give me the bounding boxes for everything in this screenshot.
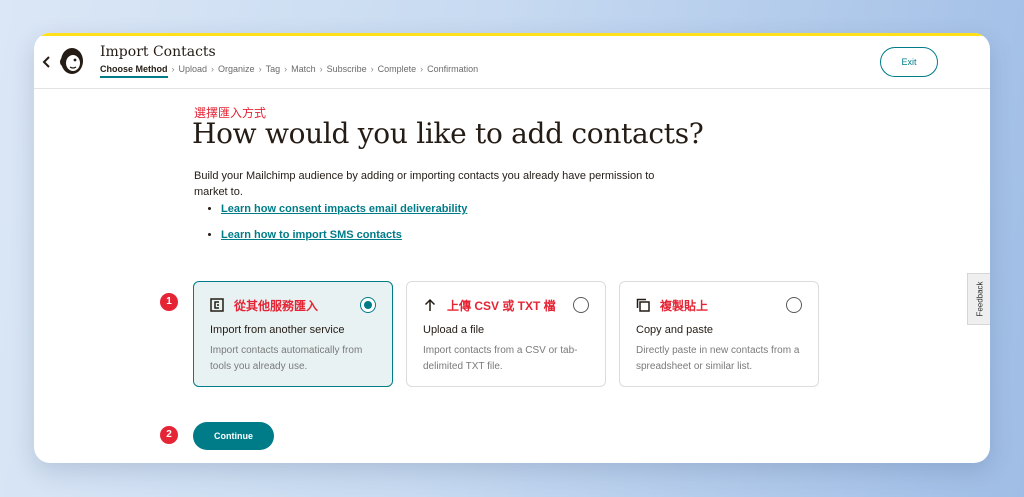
- step-choose-method[interactable]: Choose Method: [100, 64, 168, 78]
- import-window: Import Contacts Choose Method › Upload › Org…: [34, 33, 990, 463]
- step-subscribe: Subscribe: [326, 64, 367, 74]
- import-service-icon: [210, 298, 224, 312]
- option-radio-upload-file[interactable]: [573, 297, 589, 313]
- step-confirmation: Confirmation: [427, 64, 479, 74]
- sms-import-link[interactable]: Learn how to import SMS contacts: [221, 229, 402, 241]
- breadcrumb-separator-icon: ›: [284, 64, 288, 74]
- breadcrumb-separator-icon: ›: [319, 64, 323, 74]
- step-tag: Tag: [265, 64, 281, 74]
- step-match: Match: [291, 64, 316, 74]
- annotation-badge-1: 1: [160, 293, 178, 311]
- step-breadcrumb: Choose Method › Upload › Organize › Tag › Match ›…: [100, 64, 478, 78]
- step-complete: Complete: [377, 64, 417, 74]
- description-text: Build your Mailchimp audience by adding …: [194, 170, 655, 198]
- option-annotation-label: 上傳 CSV 或 TXT 檔: [447, 299, 556, 313]
- list-item: Learn how consent impacts email delivera…: [221, 203, 467, 215]
- option-card-copy-paste[interactable]: 複製貼上 Copy and paste Directly paste in ne…: [619, 281, 819, 387]
- help-links: Learn how consent impacts email delivera…: [209, 203, 467, 255]
- option-card-import-service[interactable]: 從其他服務匯入 Import from another service Impo…: [193, 281, 393, 387]
- step-organize: Organize: [218, 64, 255, 74]
- upload-arrow-icon: [424, 298, 436, 311]
- mailchimp-logo-icon: [60, 48, 83, 74]
- option-title: Upload a file: [423, 324, 485, 336]
- breadcrumb-separator-icon: ›: [258, 64, 262, 74]
- option-description: Import contacts from a CSV or tab-delimi…: [423, 345, 578, 372]
- option-card-upload-file[interactable]: 上傳 CSV 或 TXT 檔 Upload a file Import cont…: [406, 281, 606, 387]
- page-title: Import Contacts: [100, 44, 216, 60]
- option-description: Import contacts automatically from tools…: [210, 345, 363, 372]
- annotation-badge-2: 2: [160, 426, 178, 444]
- feedback-tab[interactable]: Feedback: [967, 273, 990, 325]
- main-heading: How would you like to add contacts?: [192, 117, 704, 150]
- option-radio-import-service[interactable]: [360, 297, 376, 313]
- option-annotation-label: 複製貼上: [660, 299, 709, 313]
- exit-button[interactable]: Exit: [880, 47, 938, 77]
- list-item: Learn how to import SMS contacts: [221, 229, 467, 241]
- breadcrumb-separator-icon: ›: [370, 64, 374, 74]
- step-upload: Upload: [178, 64, 208, 74]
- chevron-left-icon[interactable]: [40, 55, 54, 69]
- option-description: Directly paste in new contacts from a sp…: [636, 345, 800, 372]
- option-title: Import from another service: [210, 324, 345, 336]
- breadcrumb-separator-icon: ›: [420, 64, 424, 74]
- copy-icon: [636, 298, 650, 312]
- breadcrumb-separator-icon: ›: [171, 64, 175, 74]
- option-annotation-label: 從其他服務匯入: [234, 299, 319, 313]
- header: Import Contacts Choose Method › Upload › Org…: [34, 36, 990, 89]
- option-radio-copy-paste[interactable]: [786, 297, 802, 313]
- continue-button[interactable]: Continue: [193, 422, 274, 450]
- consent-deliverability-link[interactable]: Learn how consent impacts email delivera…: [221, 203, 467, 215]
- option-title: Copy and paste: [636, 324, 714, 336]
- breadcrumb-separator-icon: ›: [211, 64, 215, 74]
- feedback-label: Feedback: [975, 281, 984, 317]
